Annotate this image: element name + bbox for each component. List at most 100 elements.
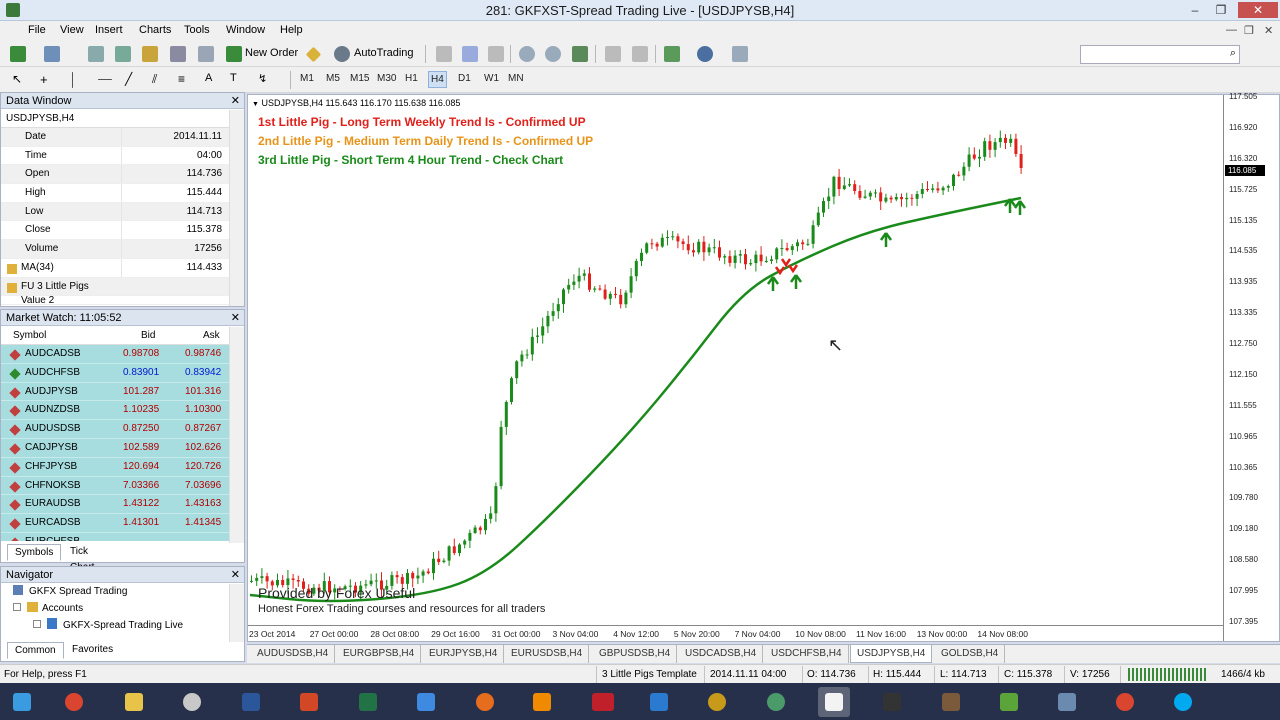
- menu-file[interactable]: File: [28, 24, 46, 36]
- expand-icon[interactable]: [33, 620, 41, 628]
- expand-icon[interactable]: [13, 603, 21, 611]
- data-window-scrollbar[interactable]: [229, 110, 244, 306]
- col-symbol[interactable]: Symbol: [13, 326, 46, 345]
- periods-icon[interactable]: [697, 46, 713, 62]
- menu-window[interactable]: Window: [226, 24, 265, 36]
- new-order-icon[interactable]: [226, 46, 242, 62]
- mdi-close-button[interactable]: ✕: [1264, 24, 1273, 37]
- horizontal-line-icon[interactable]: [98, 79, 112, 80]
- crosshair-icon[interactable]: +: [40, 72, 56, 88]
- timeframe-m15[interactable]: M15: [350, 73, 369, 84]
- market-watch-scrollbar[interactable]: [229, 327, 244, 543]
- zoom-in-icon[interactable]: [519, 46, 535, 62]
- new-order-button[interactable]: New Order: [245, 47, 298, 59]
- timeframe-m1[interactable]: M1: [300, 73, 314, 84]
- text-icon[interactable]: A: [205, 72, 221, 88]
- strategy-tester-icon[interactable]: [198, 46, 214, 62]
- tab-audusdsb[interactable]: AUDUSDSB,H4: [251, 645, 336, 663]
- table-row[interactable]: CHFNOKSB 7.03366 7.03696: [1, 476, 244, 496]
- tab-common[interactable]: Common: [7, 642, 64, 659]
- tab-usdjpysb[interactable]: USDJPYSB,H4: [850, 645, 933, 663]
- skype-icon[interactable]: [1167, 687, 1199, 717]
- search-icon[interactable]: ⌕: [1230, 47, 1236, 60]
- col-bid[interactable]: Bid: [141, 326, 155, 345]
- close-button[interactable]: ✕: [1238, 2, 1278, 18]
- kindle-icon[interactable]: [876, 687, 908, 717]
- windows-start-icon[interactable]: [6, 687, 38, 717]
- channel-icon[interactable]: ⫽: [152, 72, 168, 88]
- col-ask[interactable]: Ask: [203, 326, 220, 345]
- connection-status-icon[interactable]: [1128, 668, 1208, 681]
- table-row[interactable]: AUDCADSB 0.98708 0.98746: [1, 345, 244, 364]
- tab-gbpusdsb[interactable]: GBPUSDSB,H4: [593, 645, 678, 663]
- table-row[interactable]: EURCHFSB: [1, 532, 244, 541]
- mdi-minimize-button[interactable]: —: [1226, 24, 1237, 36]
- chart-shift-icon[interactable]: [632, 46, 648, 62]
- file-explorer-icon[interactable]: [118, 687, 150, 717]
- cursor-icon[interactable]: ↖: [12, 72, 28, 88]
- autotrading-button[interactable]: AutoTrading: [354, 47, 414, 59]
- tab-usdchfsb[interactable]: USDCHFSB,H4: [765, 645, 849, 663]
- dropbox-icon[interactable]: [410, 687, 442, 717]
- paint-icon[interactable]: [176, 687, 208, 717]
- excel-icon[interactable]: [352, 687, 384, 717]
- profiles-icon[interactable]: [44, 46, 60, 62]
- arrows-icon[interactable]: ↯: [258, 72, 274, 88]
- timeframe-m30[interactable]: M30: [377, 73, 396, 84]
- tab-symbols[interactable]: Symbols: [7, 544, 62, 561]
- terminal-icon[interactable]: [170, 46, 186, 62]
- timeframe-d1[interactable]: D1: [458, 73, 471, 84]
- indicators-icon[interactable]: [664, 46, 680, 62]
- market-watch-icon[interactable]: [88, 46, 104, 62]
- metatrader-icon[interactable]: [818, 687, 850, 717]
- table-row[interactable]: EURCADSB 1.41301 1.41345: [1, 514, 244, 533]
- menu-help[interactable]: Help: [280, 24, 303, 36]
- tab-eurgbpsb[interactable]: EURGBPSB,H4: [337, 645, 422, 663]
- evernote-icon[interactable]: [993, 687, 1025, 717]
- chrome-icon[interactable]: [58, 687, 90, 717]
- tab-tick-chart[interactable]: Tick Chart: [63, 544, 101, 573]
- data-window-icon[interactable]: [115, 46, 131, 62]
- tab-favorites[interactable]: Favorites: [65, 642, 120, 659]
- navigator-scrollbar[interactable]: [229, 584, 244, 642]
- nav-account-item[interactable]: GKFX-Spread Trading Live: [33, 618, 183, 634]
- table-row[interactable]: AUDCHFSB 0.83901 0.83942: [1, 363, 244, 383]
- tab-usdcadsb[interactable]: USDCADSB,H4: [679, 645, 764, 663]
- market-watch-close-icon[interactable]: ✕: [231, 310, 240, 326]
- network-icon[interactable]: [760, 687, 792, 717]
- table-row[interactable]: CADJPYSB 102.589 102.626: [1, 438, 244, 458]
- autoscroll-icon[interactable]: [605, 46, 621, 62]
- timeframe-w1[interactable]: W1: [484, 73, 499, 84]
- menu-insert[interactable]: Insert: [95, 24, 123, 36]
- table-row[interactable]: AUDUSDSB 0.87250 0.87267: [1, 420, 244, 439]
- timeframe-h1[interactable]: H1: [405, 73, 418, 84]
- price-chart[interactable]: [248, 95, 1279, 641]
- autotrading-icon[interactable]: [334, 46, 350, 62]
- menu-tools[interactable]: Tools: [184, 24, 210, 36]
- tab-goldsb[interactable]: GOLDSB,H4: [935, 645, 1006, 663]
- vlc-icon[interactable]: [526, 687, 558, 717]
- metaeditor-icon[interactable]: [305, 46, 322, 63]
- headphones-icon[interactable]: [701, 687, 733, 717]
- table-row[interactable]: EURAUDSB 1.43122 1.43163: [1, 495, 244, 515]
- bar-chart-icon[interactable]: [436, 46, 452, 62]
- minimize-button[interactable]: ‒: [1182, 2, 1208, 18]
- xem-icon[interactable]: [585, 687, 617, 717]
- chart-dropdown-icon[interactable]: ▼: [252, 101, 259, 108]
- table-row[interactable]: AUDJPYSB 101.287 101.316: [1, 382, 244, 402]
- data-window-close-icon[interactable]: ✕: [231, 93, 240, 109]
- firefox-icon[interactable]: [469, 687, 501, 717]
- tile-windows-icon[interactable]: [572, 46, 588, 62]
- tab-eurusdsb[interactable]: EURUSDSB,H4: [505, 645, 590, 663]
- candlestick-icon[interactable]: [462, 46, 478, 62]
- navigator-close-icon[interactable]: ✕: [231, 567, 240, 583]
- zoom-out-icon[interactable]: [545, 46, 561, 62]
- timeframe-h4[interactable]: H4: [428, 71, 447, 88]
- table-row[interactable]: AUDNZDSB 1.10235 1.10300: [1, 401, 244, 421]
- vertical-line-icon[interactable]: [72, 72, 73, 88]
- books-icon[interactable]: [935, 687, 967, 717]
- templates-icon[interactable]: [732, 46, 748, 62]
- trendline-icon[interactable]: ╱: [125, 72, 141, 88]
- maximize-button[interactable]: ❐: [1208, 2, 1234, 18]
- timeframe-mn[interactable]: MN: [508, 73, 524, 84]
